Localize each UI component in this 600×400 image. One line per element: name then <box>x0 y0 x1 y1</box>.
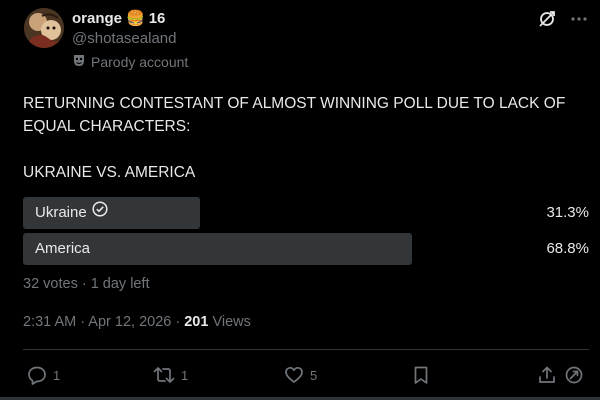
grok-share-button[interactable] <box>564 362 584 388</box>
author-name-suffix: 16 <box>148 9 166 27</box>
poll: Ukraine 31.3% America 68.8% <box>23 197 589 269</box>
poll-option-label: America <box>35 240 91 257</box>
timestamp[interactable]: 2:31 AM · Apr 12, 2026 · <box>23 314 184 330</box>
poll-option-percent: 31.3% <box>546 204 589 221</box>
grok-share-icon <box>565 366 583 384</box>
avatar[interactable] <box>24 8 64 48</box>
poll-option-ukraine: Ukraine 31.3% <box>23 197 589 229</box>
reply-count: 1 <box>53 367 61 383</box>
reply-icon <box>28 366 46 385</box>
like-button[interactable]: 5 <box>284 362 317 388</box>
views-count: 201 <box>184 314 209 330</box>
bookmark-button[interactable] <box>411 362 431 388</box>
check-circle-icon <box>92 197 108 229</box>
author-name[interactable]: orange <box>72 10 122 27</box>
repost-icon <box>153 367 175 383</box>
bookmark-icon <box>414 366 428 384</box>
divider <box>23 349 589 350</box>
share-button[interactable] <box>537 362 557 388</box>
poll-meta: 32 votes · 1 day left <box>23 276 150 292</box>
heart-icon <box>285 366 303 383</box>
author-handle[interactable]: @shotasealand <box>72 30 176 47</box>
views-label: Views <box>208 314 251 330</box>
poll-option-percent: 68.8% <box>546 240 589 257</box>
post-text: RETURNING CONTESTANT OF ALMOST WINNING P… <box>23 95 566 181</box>
poll-option-label: Ukraine <box>35 204 87 221</box>
action-bar: 1 1 5 <box>0 362 600 390</box>
parody-label: Parody account <box>91 53 189 70</box>
burger-emoji: 🍔 <box>126 10 145 27</box>
timestamp-row: 2:31 AM · Apr 12, 2026 · 201 Views <box>23 314 251 330</box>
post: orange 🍔 16 @shotasealand Parody account <box>0 0 600 400</box>
poll-option-america: America 68.8% <box>23 233 589 265</box>
like-count: 5 <box>310 367 318 383</box>
author-name-row[interactable]: orange 🍔 16 <box>72 9 166 28</box>
more-options-icon[interactable] <box>570 10 588 33</box>
repost-count: 1 <box>181 367 189 383</box>
share-icon <box>539 366 555 383</box>
grok-icon[interactable] <box>538 10 556 33</box>
reply-button[interactable]: 1 <box>27 362 60 388</box>
avatar-image <box>24 8 64 48</box>
parody-badge: Parody account <box>72 53 188 70</box>
header-actions <box>538 10 588 33</box>
mask-icon <box>72 53 86 70</box>
repost-button[interactable]: 1 <box>153 362 188 388</box>
